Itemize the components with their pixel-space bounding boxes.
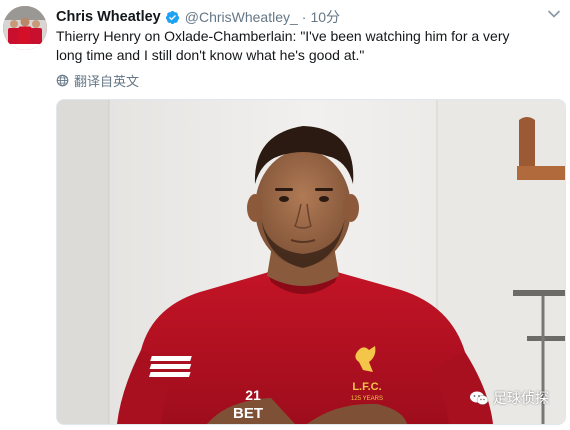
- wooden-rail: [519, 117, 535, 170]
- tweet-photo[interactable]: 21 BET L.F.C. 125 YEARS 足球侦探: [56, 99, 566, 425]
- globe-icon: [56, 74, 69, 86]
- chevron-down-icon[interactable]: [548, 10, 560, 18]
- avatar-image: [3, 6, 47, 50]
- sponsor-logo: [148, 356, 192, 377]
- face: [255, 150, 351, 266]
- translate-label: 翻译自英文: [74, 74, 140, 90]
- watermark: 足球侦探: [469, 388, 549, 408]
- tweet-card: Chris Wheatley @ChrisWheatley_ · 10分 Thi…: [0, 0, 570, 430]
- tweet-text: Thierry Henry on Oxlade-Chamberlain: "I'…: [56, 28, 510, 63]
- tweet-header: Chris Wheatley @ChrisWheatley_ · 10分: [56, 7, 560, 27]
- wall-panel-left: [57, 100, 109, 424]
- verified-badge-icon: [165, 10, 179, 24]
- wechat-icon: [470, 391, 489, 405]
- shirt-number: 21: [245, 387, 261, 403]
- photo-image: 21 BET L.F.C. 125 YEARS: [57, 100, 565, 424]
- avatar[interactable]: [3, 6, 47, 50]
- translate-link[interactable]: 翻译自英文: [56, 71, 140, 90]
- crest-text: L.F.C.: [352, 381, 381, 393]
- watermark-text: 足球侦探: [493, 391, 549, 407]
- timestamp[interactable]: 10分: [310, 7, 340, 27]
- crest-subtext: 125 YEARS: [351, 396, 383, 402]
- separator-dot: ·: [301, 9, 307, 25]
- shirt-sponsor-text: BET: [233, 405, 263, 422]
- display-name[interactable]: Chris Wheatley: [56, 9, 161, 25]
- user-handle[interactable]: @ChrisWheatley_: [185, 9, 298, 25]
